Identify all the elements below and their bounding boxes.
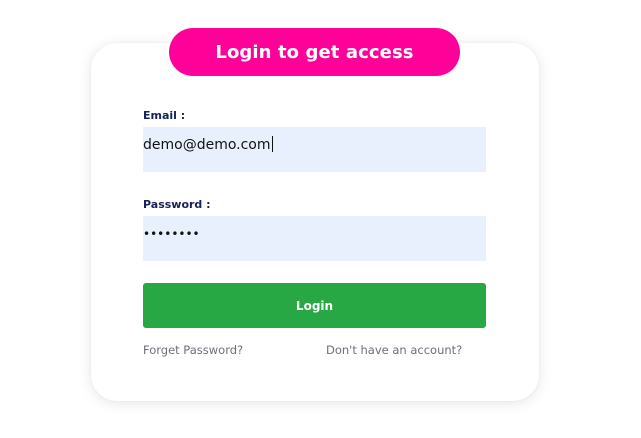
password-label: Password : [143, 198, 211, 211]
text-caret [271, 136, 273, 152]
email-value: demo@demo.com [143, 137, 271, 153]
email-label: Email : [143, 109, 186, 122]
password-input[interactable]: •••••••• [143, 216, 486, 261]
banner-title: Login to get access [215, 41, 414, 63]
login-banner: Login to get access [169, 28, 460, 76]
password-value: •••••••• [143, 227, 200, 241]
login-button[interactable]: Login [143, 283, 486, 328]
forgot-password-link[interactable]: Forget Password? [143, 343, 243, 357]
email-input[interactable]: demo@demo.com [143, 127, 486, 172]
signup-link[interactable]: Don't have an account? [326, 343, 462, 357]
